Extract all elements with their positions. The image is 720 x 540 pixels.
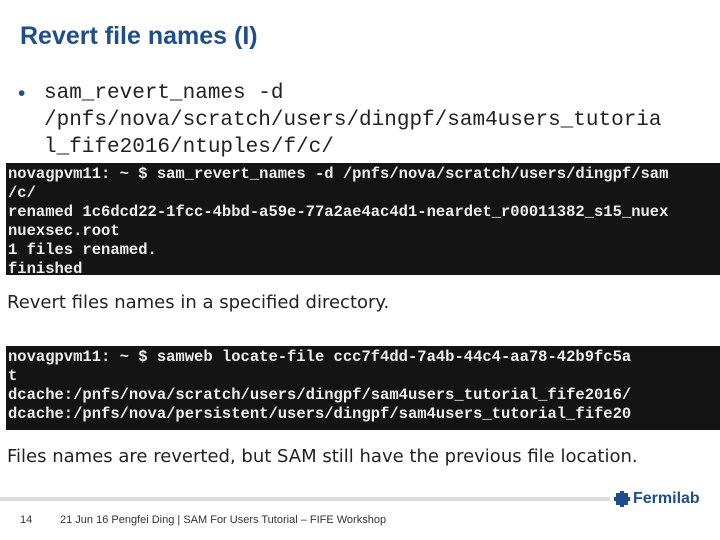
terminal-line: finished [8,260,83,275]
terminal-line: t [8,367,18,385]
fermilab-logo: Fermilab [614,490,700,508]
terminal-screenshot-locate: novagpvm11: ~ $ samweb locate-file ccc7f… [6,346,720,430]
terminal-line: /c/ [8,184,36,202]
footer-divider [0,497,610,501]
caption-revert: Revert files names in a specified direct… [7,292,390,313]
caption-locate: Files names are reverted, but SAM still … [7,446,638,467]
fermilab-logo-text: Fermilab [633,490,700,507]
bullet-command-line-3: l_fife2016/ntuples/f/c/ [44,136,334,159]
page-number: 14 [20,514,33,526]
terminal-screenshot-revert: novagpvm11: ~ $ sam_revert_names -d /pnf… [6,163,720,275]
terminal-line: dcache:/pnfs/nova/scratch/users/dingpf/s… [8,386,632,404]
terminal-line: nuexsec.root [8,222,120,240]
terminal-line: 1 files renamed. [8,241,157,259]
bullet-dot: • [18,82,26,105]
slide-title: Revert file names (I) [20,22,258,50]
terminal-line: renamed 1c6dcd22-1fcc-4bbd-a59e-77a2ae4a… [8,203,669,221]
fermilab-logo-icon [614,491,630,507]
footer-text: 21 Jun 16 Pengfei Ding | SAM For Users T… [60,514,387,526]
bullet-command-line-2: /pnfs/nova/scratch/users/dingpf/sam4user… [44,109,662,132]
terminal-line: novagpvm11: ~ $ sam_revert_names -d /pnf… [8,165,669,183]
bullet-command: • sam_revert_names -d /pnfs/nova/scratch… [18,80,708,161]
terminal-line: novagpvm11: ~ $ samweb locate-file ccc7f… [8,348,632,366]
terminal-line: dcache:/pnfs/nova/persistent/users/dingp… [8,405,632,423]
bullet-command-line-1: sam_revert_names -d [44,82,284,105]
